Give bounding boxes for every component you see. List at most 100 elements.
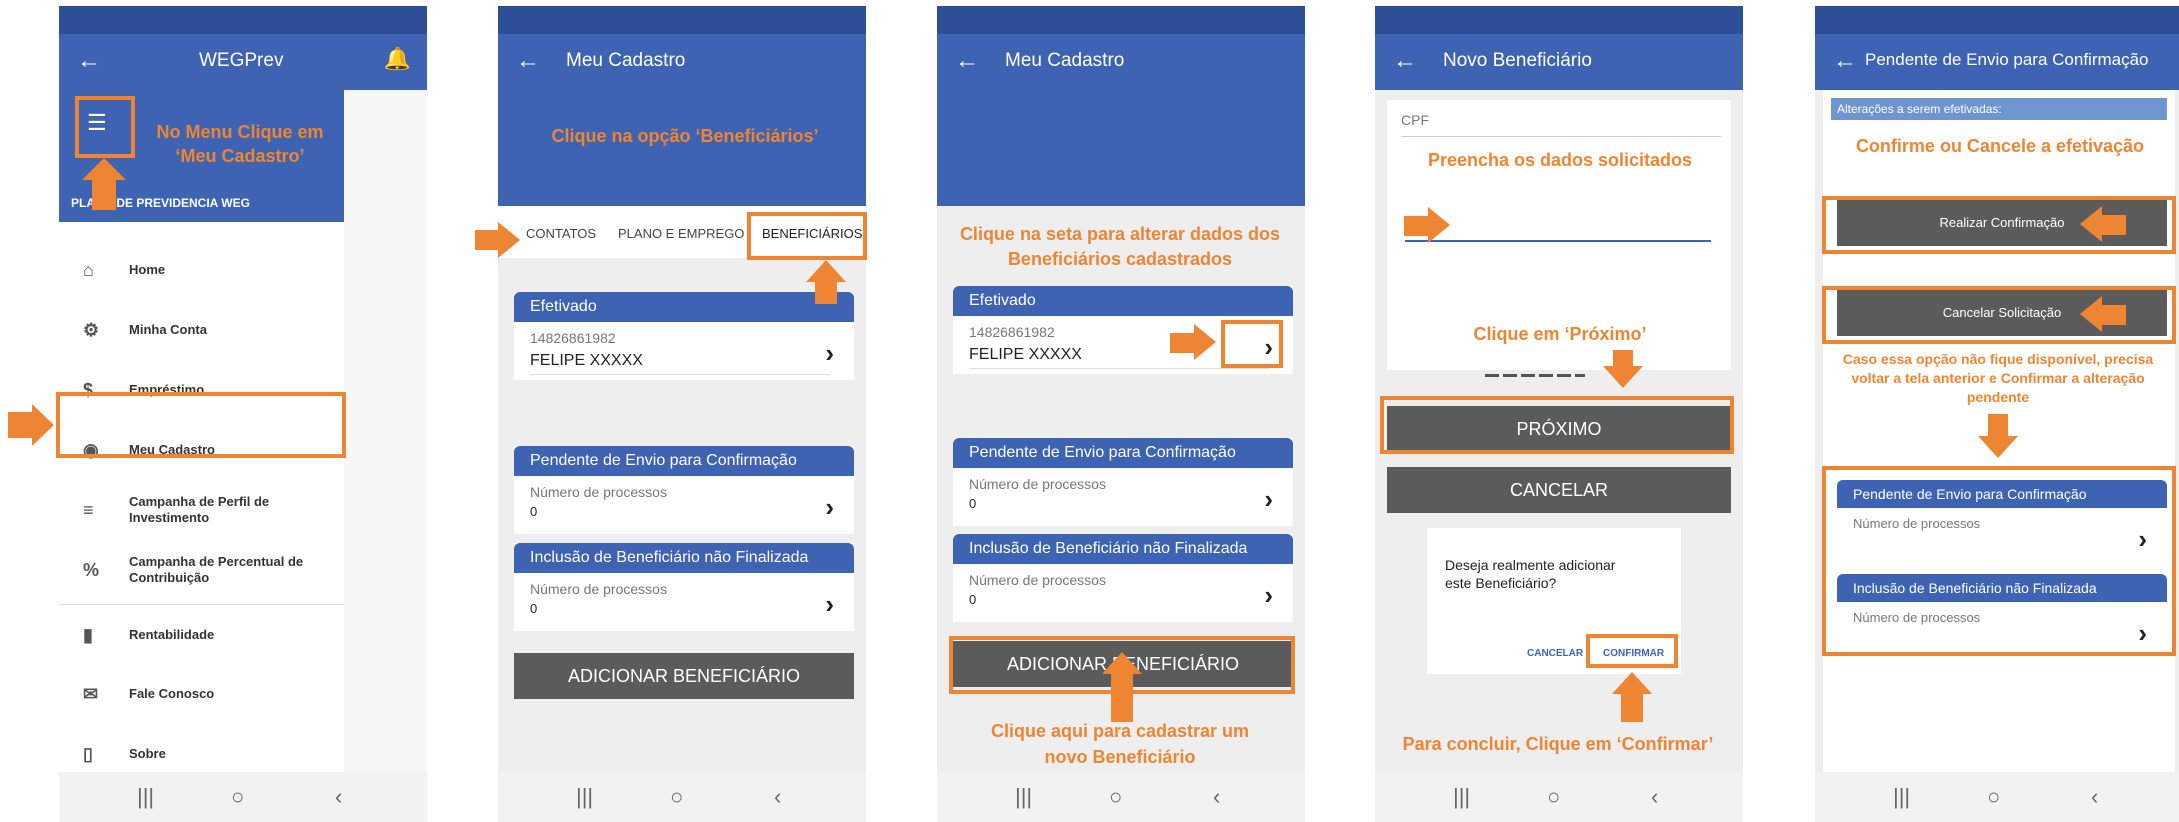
card-value: 0	[530, 504, 538, 519]
back-nav-icon[interactable]: ‹	[2091, 784, 2098, 810]
arrow-up-head	[806, 260, 846, 282]
chevron-right-icon[interactable]: ›	[825, 338, 834, 369]
beneficiary-name: FELIPE XXXXX	[530, 352, 830, 375]
card-label: Número de processos	[969, 572, 1106, 588]
card-body: 14826861982 FELIPE XXXXX ›	[514, 322, 854, 380]
note-beneficiarios: Clique na opção ‘Beneficiários’	[551, 126, 819, 146]
phone-icon: ▯	[83, 744, 93, 764]
screen-title: Novo Beneficiário	[1443, 50, 1592, 71]
cpf-input[interactable]	[1405, 240, 1711, 242]
chevron-right-icon[interactable]: ›	[825, 589, 834, 620]
card-label: Número de processos	[530, 581, 667, 597]
cpf-label: CPF	[1401, 112, 1429, 128]
system-nav-bar: ||| ○ ‹	[498, 772, 866, 822]
app-bar: ← Novo Beneficiário	[1375, 34, 1743, 90]
card-body: Número de processos 0 ›	[514, 476, 854, 534]
arrow-right-head	[1428, 207, 1450, 243]
dialog-cancel-button[interactable]: CANCELAR	[1527, 648, 1583, 659]
tab-contatos[interactable]: CONTATOS	[526, 226, 596, 241]
arrow-right-tabs	[475, 230, 499, 250]
card-header: Efetivado	[953, 286, 1293, 316]
system-nav-bar: ||| ○ ‹	[59, 772, 427, 822]
home-button-icon[interactable]: ○	[670, 784, 683, 810]
card-pendente[interactable]: Pendente de Envio para Confirmação Númer…	[514, 446, 854, 534]
menu-item[interactable]: ▮ Rentabilidade	[59, 604, 344, 664]
note-proximo: Clique em ‘Próximo’	[1473, 324, 1647, 344]
home-button-icon[interactable]: ○	[231, 784, 244, 810]
arrow-left-cancelar	[2100, 305, 2126, 325]
drawer-scrim	[344, 90, 427, 772]
app-bar: ← WEGPrev 🔔	[59, 34, 427, 90]
arrow-right-head	[498, 222, 520, 258]
back-arrow-icon[interactable]: ←	[516, 48, 540, 74]
recents-icon[interactable]: |||	[137, 784, 154, 810]
arrow-right-form	[1404, 216, 1430, 236]
bar-chart-icon: ▮	[83, 625, 93, 645]
highlight-confirm	[1586, 634, 1678, 668]
menu-item[interactable]: ⌂ Home	[59, 240, 344, 300]
chevron-right-icon[interactable]: ›	[1264, 580, 1273, 611]
card-efetivado[interactable]: Efetivado 14826861982 FELIPE XXXXX ›	[514, 292, 854, 380]
back-arrow-icon[interactable]: ←	[1833, 48, 1857, 74]
arrow-right-head	[1194, 324, 1216, 360]
arrow-up-confirm	[1621, 692, 1643, 722]
home-button-icon[interactable]: ○	[1547, 784, 1560, 810]
recents-icon[interactable]: |||	[576, 784, 593, 810]
arrow-up-head	[1102, 652, 1142, 674]
chevron-right-icon[interactable]: ›	[825, 492, 834, 523]
status-bar	[1375, 6, 1743, 34]
dialog-text: Deseja realmente adicionar este Benefici…	[1445, 557, 1616, 591]
system-nav-bar: ||| ○ ‹	[1375, 772, 1743, 822]
card-label: Número de processos	[969, 476, 1106, 492]
home-button-icon[interactable]: ○	[1109, 784, 1122, 810]
arrow-up-head	[82, 158, 126, 180]
back-arrow-icon[interactable]: ←	[77, 48, 101, 74]
back-arrow-icon[interactable]: ←	[1393, 48, 1417, 74]
highlight-cards	[1822, 466, 2176, 656]
note-novo: Clique aqui para cadastrar um novo Benef…	[990, 721, 1250, 767]
menu-item[interactable]: ✉ Fale Conosco	[59, 664, 344, 724]
page-indicator	[1485, 374, 1585, 377]
card-header: Inclusão de Beneficiário não Finalizada	[953, 534, 1293, 564]
beneficiary-id: 14826861982	[530, 330, 616, 346]
recents-icon[interactable]: |||	[1015, 784, 1032, 810]
cancel-button[interactable]: CANCELAR	[1387, 467, 1731, 513]
menu-item[interactable]: ⚙ Minha Conta	[59, 300, 344, 360]
card-header: Pendente de Envio para Confirmação	[953, 438, 1293, 468]
arrow-up-add	[1111, 672, 1133, 722]
note-seta: Clique na seta para alterar dados dos Be…	[959, 224, 1281, 269]
recents-icon[interactable]: |||	[1893, 784, 1910, 810]
back-nav-icon[interactable]: ‹	[1213, 784, 1220, 810]
back-nav-icon[interactable]: ‹	[1651, 784, 1658, 810]
card-inclusao[interactable]: Inclusão de Beneficiário não Finalizada …	[953, 534, 1293, 622]
home-button-icon[interactable]: ○	[1987, 784, 2000, 810]
note-confirme: Confirme ou Cancele a efetivação	[1855, 136, 2145, 156]
highlight-next	[1380, 396, 1734, 454]
card-header: Pendente de Envio para Confirmação	[514, 446, 854, 476]
status-bar	[1815, 6, 2179, 34]
chevron-right-icon[interactable]: ›	[1264, 484, 1273, 515]
card-body: Número de processos 0 ›	[953, 564, 1293, 622]
app-bar: ← Pendente de Envio para Confirmação	[1815, 34, 2179, 90]
app-bar: ← Meu Cadastro	[498, 34, 866, 206]
app-title: WEGPrev	[199, 50, 284, 71]
card-pendente[interactable]: Pendente de Envio para Confirmação Númer…	[953, 438, 1293, 526]
card-body: Número de processos 0 ›	[514, 573, 854, 631]
arrow-down-head	[1603, 366, 1643, 388]
add-beneficiary-button[interactable]: ADICIONAR BENEFICIÁRIO	[514, 653, 854, 699]
note-confirmar: Para concluir, Clique em ‘Confirmar’	[1402, 734, 1714, 754]
back-nav-icon[interactable]: ‹	[335, 784, 342, 810]
note-menu: No Menu Clique em ‘Meu Cadastro’	[156, 122, 324, 166]
recents-icon[interactable]: |||	[1453, 784, 1470, 810]
tab-plano-emprego[interactable]: PLANO E EMPREGO	[618, 226, 744, 241]
menu-item[interactable]: % Campanha de Percentual de Contribuição	[59, 540, 344, 600]
card-inclusao[interactable]: Inclusão de Beneficiário não Finalizada …	[514, 543, 854, 631]
highlight-tab-beneficiarios	[747, 212, 867, 260]
bell-icon[interactable]: 🔔	[384, 46, 411, 72]
screen-title: Meu Cadastro	[566, 50, 686, 71]
back-arrow-icon[interactable]: ←	[955, 48, 979, 74]
card-body: Número de processos 0 ›	[953, 468, 1293, 526]
menu-item[interactable]: ≡ Campanha de Perfil de Investimento	[59, 480, 344, 540]
back-nav-icon[interactable]: ‹	[774, 784, 781, 810]
card-header: Efetivado	[514, 292, 854, 322]
